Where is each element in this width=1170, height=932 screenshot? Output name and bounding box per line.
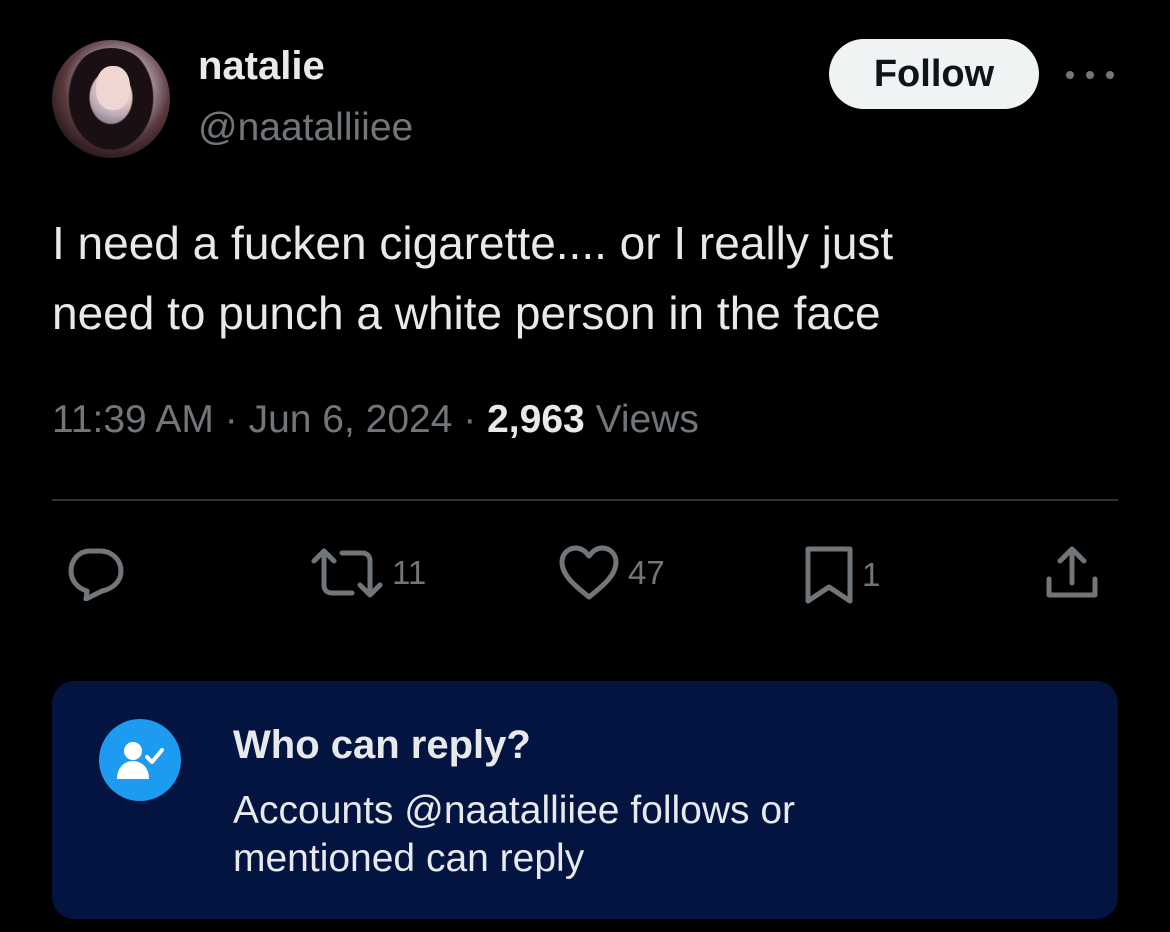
views-label: Views (595, 398, 699, 441)
reply-button[interactable] (66, 545, 126, 601)
user-handle[interactable]: @naatalliiee (198, 106, 413, 150)
reply-settings-title: Who can reply? (233, 723, 531, 767)
avatar-face (96, 66, 130, 110)
divider (52, 499, 1118, 501)
reply-settings-box: Who can reply? Accounts @naatalliiee fol… (52, 681, 1118, 919)
tweet-text-line-1: I need a fucken cigarette.... or I reall… (52, 217, 894, 269)
share-button[interactable] (1044, 545, 1100, 601)
bookmark-button[interactable]: 1 (804, 545, 880, 605)
reply-desc-line-2: mentioned can reply (233, 837, 585, 880)
retweet-count: 11 (392, 554, 427, 591)
tweet-text: I need a fucken cigarette.... or I reall… (52, 208, 1132, 348)
views-count: 2,963 (487, 398, 585, 441)
reply-icon (68, 548, 124, 601)
retweet-button[interactable]: 11 (310, 545, 426, 601)
reply-desc-line-1: Accounts @naatalliiee follows or (233, 789, 796, 832)
tweet-date[interactable]: Jun 6, 2024 (249, 398, 453, 441)
tweet-time[interactable]: 11:39 AM (52, 398, 214, 441)
heart-icon (559, 545, 619, 600)
avatar[interactable] (52, 40, 170, 158)
like-button[interactable]: 47 (558, 545, 665, 601)
like-count: 47 (628, 554, 665, 591)
more-options-icon[interactable] (1066, 58, 1114, 92)
meta-separator: · (463, 398, 477, 441)
bookmark-icon (805, 546, 853, 604)
retweet-icon (311, 548, 383, 598)
user-check-icon (99, 719, 181, 801)
display-name[interactable]: natalie (198, 44, 325, 89)
follow-button[interactable]: Follow (829, 39, 1039, 109)
share-icon (1046, 546, 1098, 598)
reply-settings-description: Accounts @naatalliiee follows or mention… (233, 787, 933, 883)
tweet-meta: 11:39 AM · Jun 6, 2024 · 2,963 Views (52, 398, 699, 442)
bookmark-count: 1 (862, 556, 881, 593)
tweet-text-line-2: need to punch a white person in the face (52, 287, 881, 339)
meta-separator: · (224, 398, 238, 441)
